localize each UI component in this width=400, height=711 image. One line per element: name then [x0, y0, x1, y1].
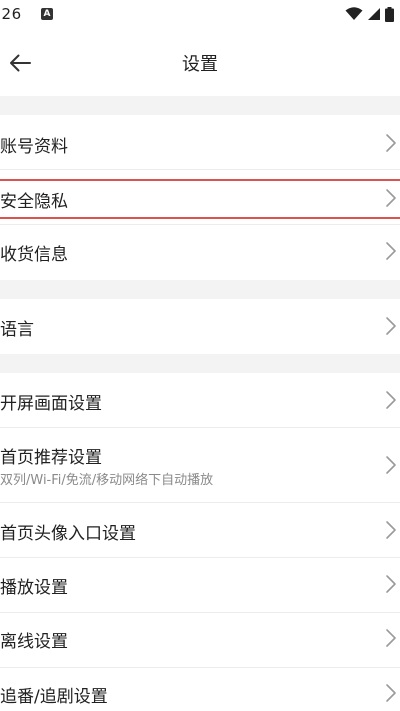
- settings-item-label: 离线设置: [0, 632, 68, 652]
- status-bar: :26 A: [0, 0, 400, 30]
- chevron-right-icon: [386, 134, 396, 152]
- battery-icon: [385, 6, 394, 22]
- chevron-right-icon: [386, 684, 396, 702]
- settings-item-label: 收货信息: [0, 245, 68, 265]
- chevron-right-icon: [386, 242, 396, 260]
- settings-item-label: 追番/追剧设置: [0, 687, 108, 707]
- chevron-right-icon: [386, 575, 396, 593]
- settings-item-label: 开屏画面设置: [0, 394, 102, 414]
- settings-item-label: 首页推荐设置: [0, 448, 102, 468]
- settings-item-offline[interactable]: 离线设置: [0, 613, 400, 668]
- settings-item-label: 语言: [0, 320, 34, 340]
- settings-item-language[interactable]: 语言: [0, 299, 400, 354]
- chevron-right-icon: [386, 391, 396, 409]
- status-icons: [345, 6, 394, 22]
- section-gap: [0, 280, 400, 299]
- settings-item-label: 首页头像入口设置: [0, 524, 136, 544]
- settings-item-label: 账号资料: [0, 137, 68, 157]
- chevron-right-icon: [386, 456, 396, 474]
- notification-icon: A: [41, 8, 53, 20]
- chevron-right-icon: [386, 629, 396, 647]
- signal-icon: [368, 8, 380, 20]
- settings-item-account-profile[interactable]: 账号资料: [0, 115, 400, 170]
- section-gap: [0, 96, 400, 115]
- settings-item-home-avatar-entry[interactable]: 首页头像入口设置: [0, 503, 400, 558]
- status-time: :26: [0, 5, 22, 23]
- page-title: 设置: [182, 54, 218, 75]
- wifi-icon: [345, 7, 363, 20]
- settings-item-splash-screen[interactable]: 开屏画面设置: [0, 373, 400, 428]
- settings-screen: :26 A 设置 账号资料: [0, 0, 400, 711]
- chevron-right-icon: [386, 521, 396, 539]
- settings-item-label: 安全隐私: [0, 192, 68, 212]
- settings-item-home-recommend[interactable]: 首页推荐设置 双列/Wi-Fi/免流/移动网络下自动播放: [0, 428, 400, 503]
- settings-item-label: 播放设置: [0, 578, 68, 598]
- settings-item-playback[interactable]: 播放设置: [0, 558, 400, 613]
- chevron-right-icon: [386, 317, 396, 335]
- settings-item-security-privacy[interactable]: 安全隐私: [0, 170, 400, 225]
- settings-item-shipping-info[interactable]: 收货信息: [0, 225, 400, 280]
- app-header: 设置: [0, 30, 400, 96]
- settings-item-sublabel: 双列/Wi-Fi/免流/移动网络下自动播放: [0, 473, 214, 488]
- chevron-right-icon: [386, 189, 396, 207]
- section-gap: [0, 354, 400, 373]
- settings-item-follow-series[interactable]: 追番/追剧设置: [0, 668, 400, 711]
